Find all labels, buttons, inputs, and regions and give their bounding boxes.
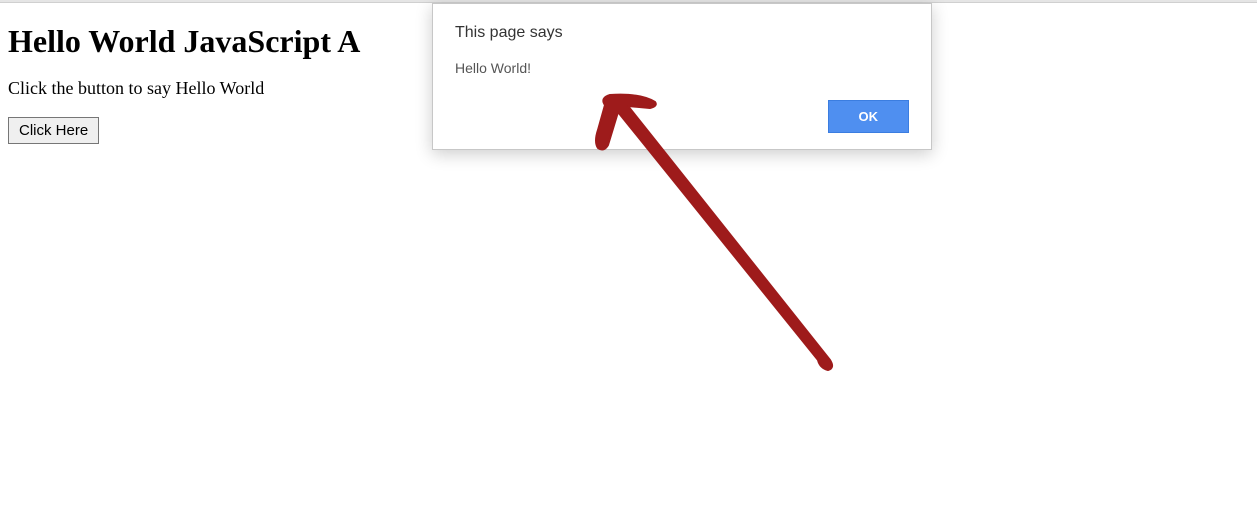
alert-dialog: This page says Hello World! OK (432, 3, 932, 150)
click-here-button[interactable]: Click Here (8, 117, 99, 144)
alert-title: This page says (455, 24, 909, 42)
ok-button[interactable]: OK (828, 100, 910, 133)
alert-button-row: OK (455, 100, 909, 133)
alert-message: Hello World! (455, 60, 909, 76)
